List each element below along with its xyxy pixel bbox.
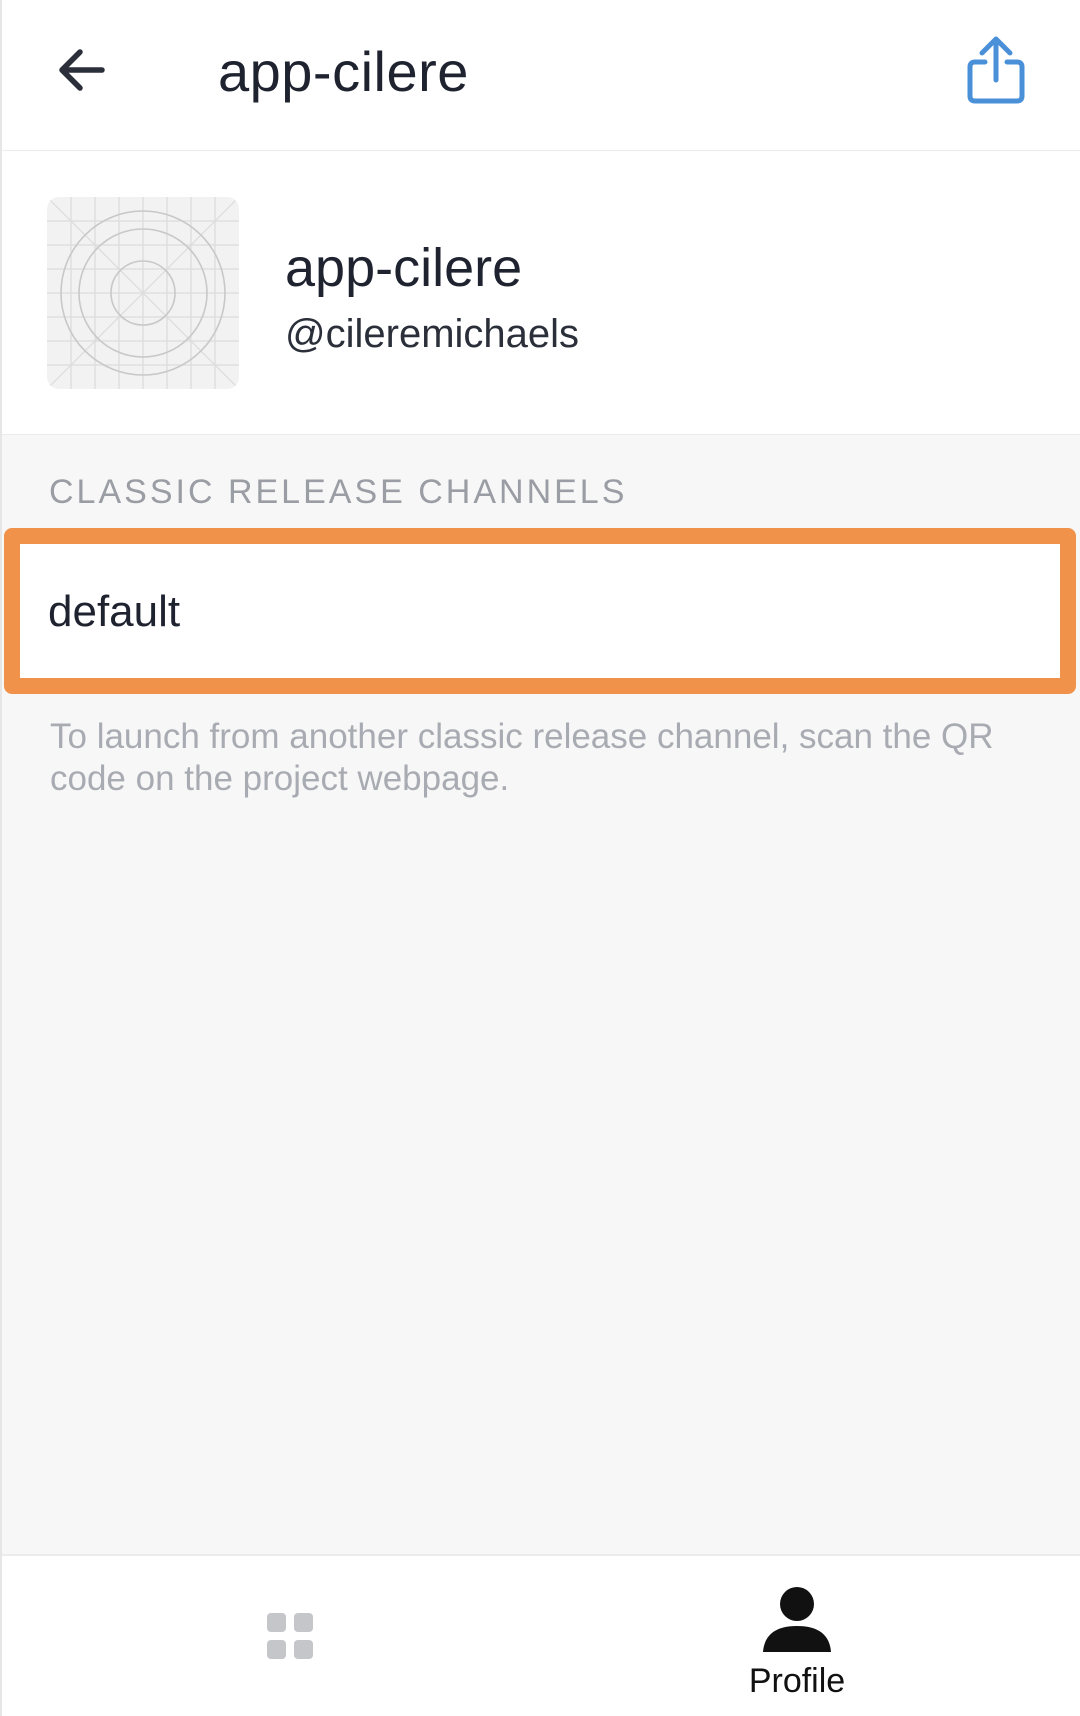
nav-projects-tab[interactable] — [240, 1596, 340, 1676]
project-name: app-cilere — [285, 238, 523, 298]
grid-icon — [267, 1613, 313, 1659]
screen: app-cilere app-cilere @cileremichaels CL… — [0, 0, 1080, 1716]
project-header: app-cilere @cileremichaels — [2, 151, 1080, 435]
release-channel-label: default — [48, 587, 181, 636]
project-placeholder-icon — [47, 197, 239, 389]
back-button[interactable] — [42, 30, 122, 110]
arrow-left-icon — [59, 49, 105, 91]
section-title: CLASSIC RELEASE CHANNELS — [49, 473, 628, 511]
release-channel-item-default[interactable]: default — [4, 528, 1076, 694]
app-bar: app-cilere — [2, 0, 1080, 151]
nav-profile-label: Profile — [748, 1662, 846, 1700]
nav-profile-tab[interactable]: Profile — [702, 1586, 892, 1706]
person-icon — [763, 1587, 831, 1652]
share-icon — [967, 36, 1025, 104]
app-bar-title: app-cilere — [218, 40, 469, 103]
share-button[interactable] — [952, 26, 1040, 114]
project-owner: @cileremichaels — [285, 312, 580, 356]
release-channel-hint: To launch from another classic release c… — [50, 717, 994, 798]
bottom-nav: Profile — [2, 1554, 1080, 1716]
